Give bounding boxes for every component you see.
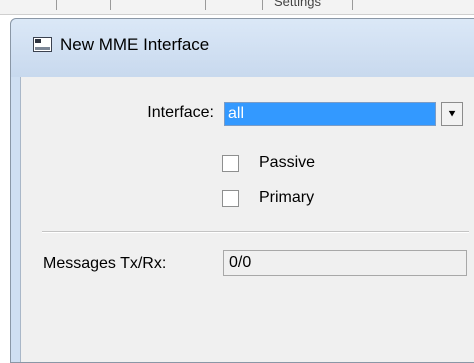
divider	[262, 0, 263, 10]
dialog-title: New MME Interface	[60, 35, 210, 54]
divider	[205, 0, 206, 10]
title-bar[interactable]: New MME Interface	[11, 19, 474, 77]
interface-label: Interface:	[147, 104, 214, 121]
background-window-text: Settings	[274, 0, 321, 9]
background-window-strip: Settings	[0, 0, 474, 15]
primary-checkbox[interactable]	[222, 190, 239, 207]
divider	[352, 0, 353, 10]
passive-label[interactable]: Passive	[259, 154, 315, 172]
divider	[56, 0, 57, 10]
primary-label[interactable]: Primary	[259, 189, 314, 207]
separator	[42, 231, 469, 233]
passive-checkbox[interactable]	[222, 155, 239, 172]
messages-field: 0/0	[223, 250, 467, 276]
dropdown-arrow-icon[interactable]: ⯆	[441, 102, 463, 126]
messages-label: Messages Tx/Rx:	[43, 255, 167, 272]
window-icon	[33, 37, 52, 52]
new-mme-interface-dialog: New MME Interface Interface: all ⯆ Passi…	[10, 18, 474, 363]
divider	[110, 0, 111, 10]
interface-select[interactable]: all	[224, 102, 436, 126]
dialog-client-area: Interface: all ⯆ Passive Primary Message…	[20, 77, 474, 362]
